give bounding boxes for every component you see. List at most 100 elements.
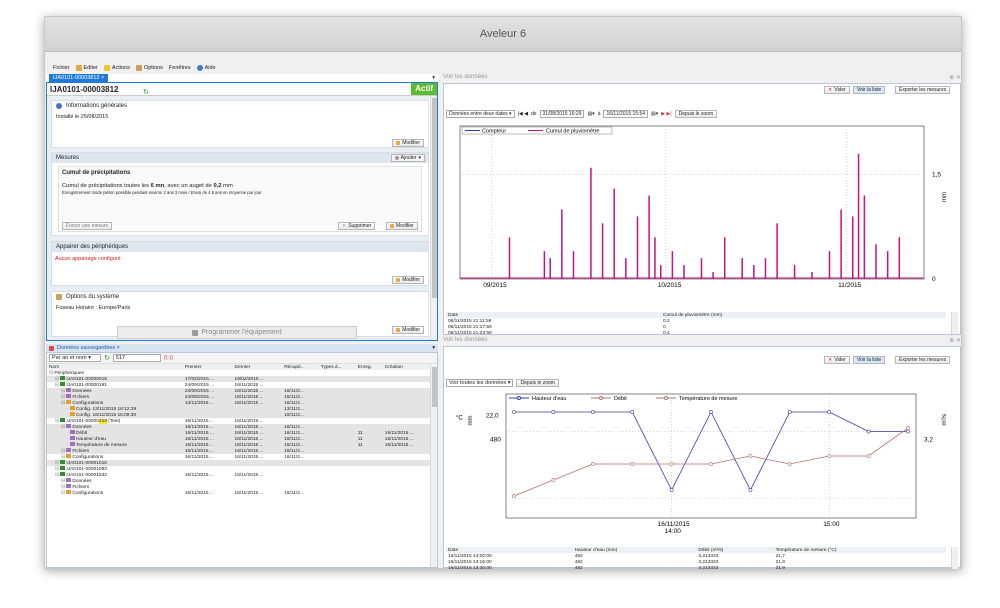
delete-measure-button[interactable]: ✕ Supprimer xyxy=(338,222,376,230)
pencil-icon xyxy=(75,64,82,71)
view2-titlebar: Voir les données ⊕ ✕ xyxy=(443,337,961,345)
tab-menu-icon[interactable]: ▾ xyxy=(432,345,435,351)
menu-fichier[interactable]: Fichier xyxy=(53,65,70,71)
tree-cell: 16/11/2015 ... xyxy=(234,490,264,496)
legend-label: Température de mesure xyxy=(679,396,737,402)
rain-bar xyxy=(863,195,866,279)
menu-actions[interactable]: Actions xyxy=(103,64,130,71)
view1-close-icon[interactable]: ⊕ ✕ xyxy=(949,74,961,82)
menu-aide[interactable]: Aide xyxy=(196,64,216,71)
date-to-field[interactable]: 16/11/2015 15:54 xyxy=(603,110,649,118)
nav-first-icon[interactable]: |◀ ◀ xyxy=(518,111,528,117)
calendar-icon[interactable]: ▤▾ xyxy=(587,111,594,117)
rain-bar xyxy=(712,272,714,279)
rain-bar xyxy=(636,216,639,279)
rain-bar xyxy=(508,237,511,279)
view2-export-button[interactable]: Exporter les mesures xyxy=(895,356,951,364)
view1-list-button[interactable]: Voir la liste xyxy=(853,86,886,94)
nav-next-icon[interactable]: ▶ ▶| xyxy=(661,111,671,117)
device-pane: IJA0101-00003812 Actif ↻ Informations gé… xyxy=(46,82,438,341)
sort-select[interactable]: Par an et nom ▾ xyxy=(49,354,101,362)
menu-fenetres[interactable]: Fenêtres xyxy=(169,65,191,71)
rain-bar xyxy=(852,216,854,279)
x-tick-label: 14:00 xyxy=(665,528,682,535)
date-from-field[interactable]: 31/08/2015 16:29 xyxy=(539,110,585,118)
tree-row[interactable]: ⊟ Configurations 16/11/2015 ... 16/11/2015… xyxy=(47,490,432,496)
menu-options[interactable]: Options xyxy=(135,64,163,71)
saved-tabstrip: Données sauvegardées × ▾ xyxy=(46,344,438,352)
peripherals-modify-button[interactable]: Modifier xyxy=(392,276,424,284)
data-icon xyxy=(66,448,72,452)
pencil-icon xyxy=(396,278,401,282)
rain-bar xyxy=(753,265,755,279)
y-axis-label: mm xyxy=(468,416,474,426)
data-icon xyxy=(66,484,72,488)
gear-icon xyxy=(394,156,399,160)
data-icon xyxy=(66,478,72,482)
system-modify-button[interactable]: Modifier xyxy=(392,326,424,334)
view1-export-button[interactable]: Exporter les mesures xyxy=(895,86,951,94)
signal-bars-icon xyxy=(60,418,66,422)
flow-point xyxy=(551,478,556,482)
water-height-point xyxy=(866,429,871,434)
tree-node-name: ⊟ Configurations xyxy=(61,490,104,496)
flow-point xyxy=(748,454,753,458)
legend-marker xyxy=(517,396,521,400)
refresh-icon[interactable]: ↻ xyxy=(104,354,110,362)
info-modify-button[interactable]: Modifier xyxy=(392,139,424,147)
config-icon xyxy=(66,490,72,494)
rain-bar xyxy=(886,251,889,279)
legend-label: Cumul de pluviomètre xyxy=(546,129,600,135)
water-height-line xyxy=(514,411,908,491)
device-scrollbar[interactable] xyxy=(430,96,437,340)
flow-point xyxy=(709,462,713,466)
table-cell: 06/11/2015 21:23:59 xyxy=(448,330,492,336)
view2-close-icon[interactable]: ⊕ ✕ xyxy=(949,337,961,345)
tree-scrollbar[interactable] xyxy=(430,365,437,567)
force-measure-button[interactable]: Forcer une mesure xyxy=(62,222,113,230)
mesures-heading: Mesures xyxy=(56,155,80,161)
measure-modify-button[interactable]: Modifier xyxy=(386,222,418,230)
refresh-icon[interactable]: ↻ xyxy=(143,88,149,96)
view1-clear-button[interactable]: ✕ Vider xyxy=(824,86,850,94)
tab-saved-data[interactable]: Données sauvegardées × xyxy=(57,345,120,351)
rain-bar xyxy=(741,258,743,279)
view1-table: Date Cumul de pluviomètre (mm) 06/11/2015 … xyxy=(446,312,946,336)
rain-chart[interactable]: 09/2015 10/2015 11/2015 0 1,5 mm Compteur Cumul… xyxy=(446,122,956,297)
view2-clear-button[interactable]: ✕ Vider xyxy=(824,356,850,364)
installed-date: Installé le 25/08/2015 xyxy=(56,114,109,120)
table-row[interactable]: 16/11/2015 13:30:00 482 3,213333 21,9 xyxy=(446,565,946,571)
zoom-button[interactable]: Depuis le zoom xyxy=(516,379,559,387)
flow-point xyxy=(906,426,910,430)
signal-icon[interactable]: ((·)) xyxy=(164,355,173,361)
y-axis-label: °C xyxy=(456,416,463,422)
system-heading: Options du système xyxy=(66,294,120,300)
menu-editer[interactable]: Editer xyxy=(75,64,98,71)
count-field[interactable]: 517 xyxy=(112,354,161,362)
rain-bar xyxy=(724,237,726,279)
view2-list-button[interactable]: Voir la liste xyxy=(853,356,886,364)
add-measure-button[interactable]: Ajouter ▾ xyxy=(390,154,425,162)
rain-bar xyxy=(572,251,575,279)
view1-range-select[interactable]: Données entre deux dates ▾ xyxy=(446,110,515,118)
view1-title: Voir les données xyxy=(443,74,488,80)
view1-titlebar: Voir les données ⊕ ✕ xyxy=(443,74,961,82)
flow-point xyxy=(590,462,595,466)
table-cell: 21,9 xyxy=(775,565,785,571)
saved-data-pane: Par an et nom ▾ ↻ 517 ((·)) Nom Premier De… xyxy=(46,352,438,568)
view1-table-scrollbar[interactable] xyxy=(951,312,958,334)
table-row[interactable]: 06/11/2015 21:23:59 0,4 xyxy=(446,330,946,336)
tab-device[interactable]: IJA0101-00003812 × xyxy=(49,74,109,82)
config-icon xyxy=(66,400,72,404)
view2-range-select[interactable]: Voir toutes les données ▾ xyxy=(446,379,514,387)
rain-bar xyxy=(898,237,901,279)
calendar-icon[interactable]: ▤▾ xyxy=(651,111,658,117)
program-device-button[interactable]: Programmer l'équipement xyxy=(117,326,357,339)
status-badge: Actif xyxy=(411,83,437,95)
x-tick-label: 11/2015 xyxy=(838,282,861,289)
water-chart[interactable]: 16/11/201514:00 15:00 22,0 480 3,2 °C mm m³/s Ha… xyxy=(446,390,958,540)
water-height-point xyxy=(512,410,516,414)
zoom-button[interactable]: Depuis le zoom xyxy=(674,110,718,118)
view2-table-scrollbar[interactable] xyxy=(951,547,958,569)
tab-menu-icon[interactable]: ▾ xyxy=(432,75,435,81)
